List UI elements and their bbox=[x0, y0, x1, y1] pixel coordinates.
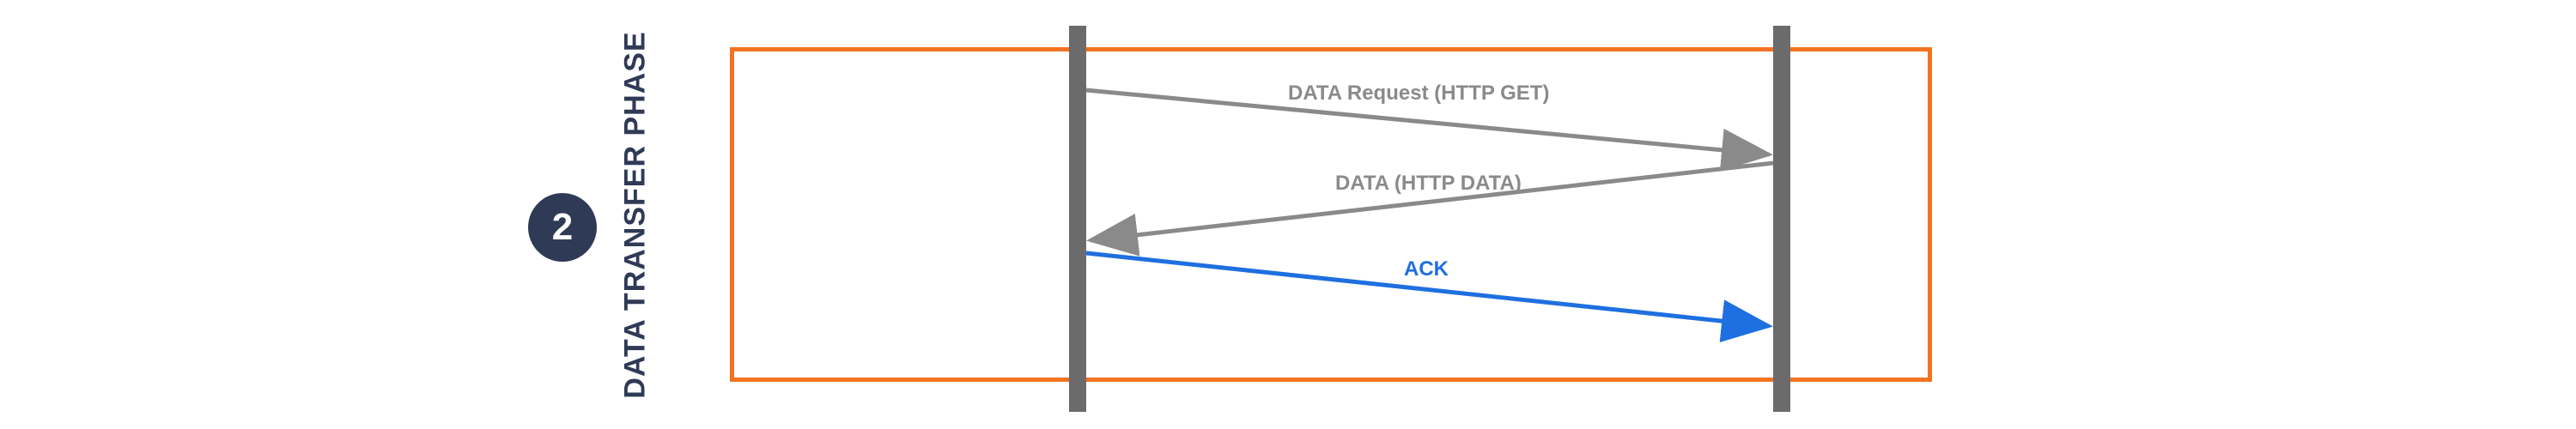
phase-number-badge: 2 bbox=[528, 193, 597, 262]
label-data-response: DATA (HTTP DATA) bbox=[1335, 172, 1522, 196]
label-data-request: DATA Request (HTTP GET) bbox=[1288, 82, 1549, 106]
phase-title-text: DATA TRANSFER PHASE bbox=[619, 31, 653, 398]
phase-title: DATA TRANSFER PHASE bbox=[618, 43, 653, 386]
diagram-stage: 2 DATA TRANSFER PHASE DATA Request (HTTP… bbox=[0, 0, 2576, 429]
label-ack: ACK bbox=[1404, 257, 1449, 281]
lifeline-right bbox=[1773, 26, 1790, 412]
phase-number: 2 bbox=[552, 206, 573, 249]
lifeline-left bbox=[1069, 26, 1086, 412]
